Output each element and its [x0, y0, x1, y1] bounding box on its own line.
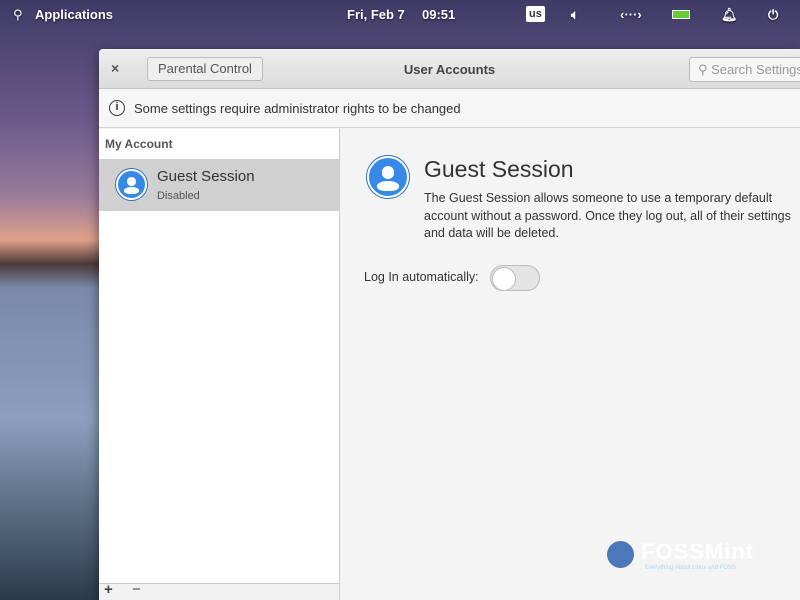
watermark: FOSSMint Everything About Linux and FOSS [607, 539, 755, 571]
keyboard-layout[interactable]: us [526, 6, 545, 22]
info-text: Some settings require administrator righ… [134, 101, 461, 116]
watermark-tagline: Everything About Linux and FOSS [645, 565, 737, 571]
avatar-icon [367, 156, 409, 198]
clock[interactable]: 09:51 [422, 7, 455, 22]
power-icon[interactable]: ⏻ [768, 7, 778, 23]
sidebar-footer: + − [99, 581, 339, 600]
penguin-logo-icon [607, 541, 634, 568]
header-bar: × Parental Control User Accounts ⚲ Searc… [99, 49, 800, 89]
date[interactable]: Fri, Feb 7 [347, 7, 405, 22]
search-placeholder: Search Settings [711, 62, 800, 77]
search-icon[interactable]: ⚲ [13, 7, 23, 23]
autologin-toggle[interactable] [490, 265, 540, 291]
sidebar-item-guest-session[interactable]: Guest Session Disabled [99, 159, 339, 211]
info-bar: i Some settings require administrator ri… [99, 89, 800, 128]
page-title: Guest Session [424, 156, 574, 182]
add-user-button[interactable]: + [104, 581, 113, 598]
user-status: Disabled [157, 190, 200, 202]
volume-icon[interactable]: 🔈︎ [571, 7, 579, 23]
applications-menu[interactable]: Applications [35, 7, 113, 22]
network-icon[interactable]: ‹···› [620, 7, 642, 22]
user-name: Guest Session [157, 168, 255, 185]
sidebar-section: My Account [105, 137, 173, 151]
watermark-name: FOSSMint [641, 539, 755, 564]
remove-user-button[interactable]: − [132, 581, 141, 598]
settings-window: × Parental Control User Accounts ⚲ Searc… [99, 49, 800, 600]
autologin-label: Log In automatically: [364, 270, 479, 284]
description: The Guest Session allows someone to use … [424, 191, 791, 240]
info-icon: i [109, 100, 125, 116]
search-input[interactable]: ⚲ Search Settings [689, 57, 800, 82]
sidebar: My Account Guest Session Disabled + − [99, 129, 340, 600]
top-panel: ⚲ Applications Fri, Feb 7 09:51 us 🔈︎ ‹·… [0, 0, 800, 30]
avatar-icon [116, 169, 147, 200]
notification-bell-icon[interactable]: 🔔︎ [721, 7, 738, 23]
battery-icon[interactable] [672, 10, 690, 19]
